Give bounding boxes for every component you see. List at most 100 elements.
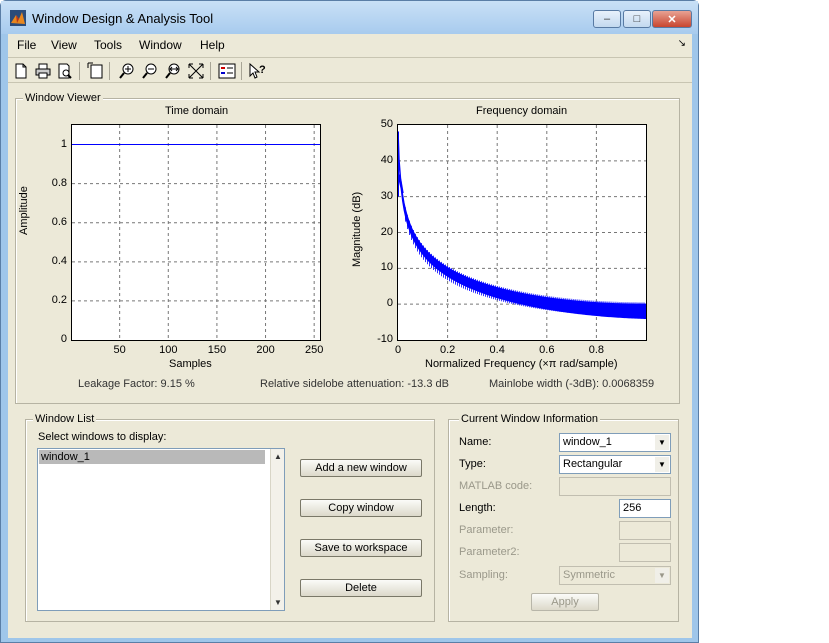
window-viewer-title: Window Viewer <box>23 92 103 104</box>
window-list-title: Window List <box>33 413 97 425</box>
toolbar-separator <box>109 62 110 80</box>
menu-view[interactable]: View <box>51 38 77 52</box>
apply-button[interactable]: Apply <box>531 593 599 611</box>
frequency-domain-axes[interactable] <box>397 124 647 341</box>
x-tick-label: 0.4 <box>489 344 505 356</box>
scroll-down-icon[interactable]: ▼ <box>274 598 282 607</box>
whats-this-icon[interactable]: ? <box>248 62 266 80</box>
x-tick-label: 200 <box>256 344 275 356</box>
close-button[interactable]: ✕ <box>652 10 692 28</box>
leakage-factor: Leakage Factor: 9.15 % <box>78 378 195 390</box>
menu-file[interactable]: File <box>17 38 36 52</box>
dock-arrow-icon[interactable]: ↘ <box>678 38 686 49</box>
y-tick-label: 0.4 <box>51 254 67 267</box>
time-xlabel: Samples <box>169 358 212 370</box>
current-window-panel: Current Window Information Name: window_… <box>448 413 679 622</box>
series-band <box>398 174 646 320</box>
maximize-button[interactable]: □ <box>623 10 651 28</box>
parameter-label: Parameter: <box>459 524 514 536</box>
matlab-logo-icon <box>10 10 26 26</box>
matlab-code-field <box>559 477 671 496</box>
x-tick-label: 0.6 <box>539 344 555 356</box>
chevron-down-icon: ▼ <box>655 568 669 583</box>
zoom-x-icon[interactable] <box>164 62 182 80</box>
window-listbox[interactable]: window_1 ▲ ▼ <box>37 448 285 611</box>
zoom-in-icon[interactable] <box>118 62 136 80</box>
delete-button[interactable]: Delete <box>300 579 422 597</box>
x-tick-label: 250 <box>304 344 324 356</box>
y-tick-label: 0 <box>60 333 67 345</box>
current-window-title: Current Window Information <box>459 413 600 425</box>
length-label: Length: <box>459 502 496 514</box>
name-select[interactable]: window_1 ▼ <box>559 433 671 452</box>
client-area: File View Tools Window Help ↘ ? Window V <box>8 34 692 638</box>
toolbar-separator <box>79 62 80 80</box>
name-value: window_1 <box>563 436 612 448</box>
time-plot-title: Time domain <box>165 105 229 117</box>
zoom-fit-icon[interactable] <box>187 62 205 80</box>
zoom-out-icon[interactable] <box>141 62 159 80</box>
legend-icon[interactable] <box>218 62 236 80</box>
print-preview-icon[interactable] <box>56 62 74 80</box>
y-tick-label: 0.6 <box>51 215 67 228</box>
y-tick-label: 50 <box>380 118 393 130</box>
x-tick-label: 0.8 <box>588 344 605 356</box>
menu-bar: File View Tools Window Help ↘ <box>8 34 692 56</box>
x-tick-label: 150 <box>207 344 227 356</box>
sampling-value: Symmetric <box>563 569 615 581</box>
window-viewer-panel: Window Viewer Time domain Samples Amplit… <box>15 92 680 404</box>
type-select[interactable]: Rectangular ▼ <box>559 455 671 474</box>
x-tick-label: 50 <box>113 344 126 356</box>
y-tick-label: 30 <box>380 189 393 202</box>
chevron-down-icon[interactable]: ▼ <box>655 457 669 472</box>
sampling-select: Symmetric ▼ <box>559 566 671 585</box>
y-tick-label: 0.8 <box>51 176 67 189</box>
save-to-workspace-button[interactable]: Save to workspace <box>300 539 422 557</box>
copy-window-button[interactable]: Copy window <box>300 499 422 517</box>
toolbar: ? <box>8 57 692 83</box>
app-window: Window Design & Analysis Tool – □ ✕ File… <box>0 0 699 643</box>
listbox-scrollbar[interactable]: ▲ ▼ <box>270 449 284 610</box>
print-icon[interactable] <box>34 62 52 80</box>
toolbar-separator <box>241 62 242 80</box>
menu-window[interactable]: Window <box>139 38 182 52</box>
select-windows-label: Select windows to display: <box>38 431 167 443</box>
freq-xlabel: Normalized Frequency (×π rad/sample) <box>425 358 618 370</box>
matlab-code-label: MATLAB code: <box>459 480 533 492</box>
parameter-field <box>619 521 671 540</box>
list-item[interactable]: window_1 <box>39 450 265 464</box>
time-domain-plot <box>72 125 320 340</box>
sampling-label: Sampling: <box>459 569 508 581</box>
menu-help[interactable]: Help <box>200 38 225 52</box>
sidelobe-attenuation: Relative sidelobe attenuation: -13.3 dB <box>260 378 449 390</box>
freq-ylabel: Magnitude (dB) <box>351 191 363 267</box>
time-domain-axes[interactable] <box>71 124 321 341</box>
y-tick-label: 1 <box>60 137 67 150</box>
minimize-button[interactable]: – <box>593 10 621 28</box>
name-label: Name: <box>459 436 492 448</box>
menu-tools[interactable]: Tools <box>94 38 122 52</box>
y-tick-label: -10 <box>377 333 393 345</box>
add-window-button[interactable]: Add a new window <box>300 459 422 477</box>
window-title: Window Design & Analysis Tool <box>32 11 214 26</box>
new-icon[interactable] <box>12 62 30 80</box>
type-label: Type: <box>459 458 486 470</box>
freq-plot-title: Frequency domain <box>476 105 568 117</box>
x-tick-label: 0.2 <box>439 344 456 356</box>
type-value: Rectangular <box>563 458 623 470</box>
scroll-up-icon[interactable]: ▲ <box>274 452 282 461</box>
chevron-down-icon[interactable]: ▼ <box>655 435 669 450</box>
y-tick-label: 40 <box>380 153 393 166</box>
x-tick-label: 0 <box>394 344 402 356</box>
y-tick-label: 10 <box>380 261 393 274</box>
y-tick-label: 0.2 <box>51 293 67 306</box>
title-bar[interactable]: Window Design & Analysis Tool – □ ✕ <box>1 1 698 34</box>
length-field[interactable]: 256 <box>619 499 671 518</box>
window-list-panel: Window List Select windows to display: w… <box>25 413 435 622</box>
parameter2-field <box>619 543 671 562</box>
parameter2-label: Parameter2: <box>459 546 520 558</box>
y-tick-label: 20 <box>380 225 393 238</box>
frequency-domain-plot <box>398 125 646 340</box>
new-window-icon[interactable] <box>87 62 105 80</box>
time-ylabel: Amplitude <box>18 186 30 235</box>
